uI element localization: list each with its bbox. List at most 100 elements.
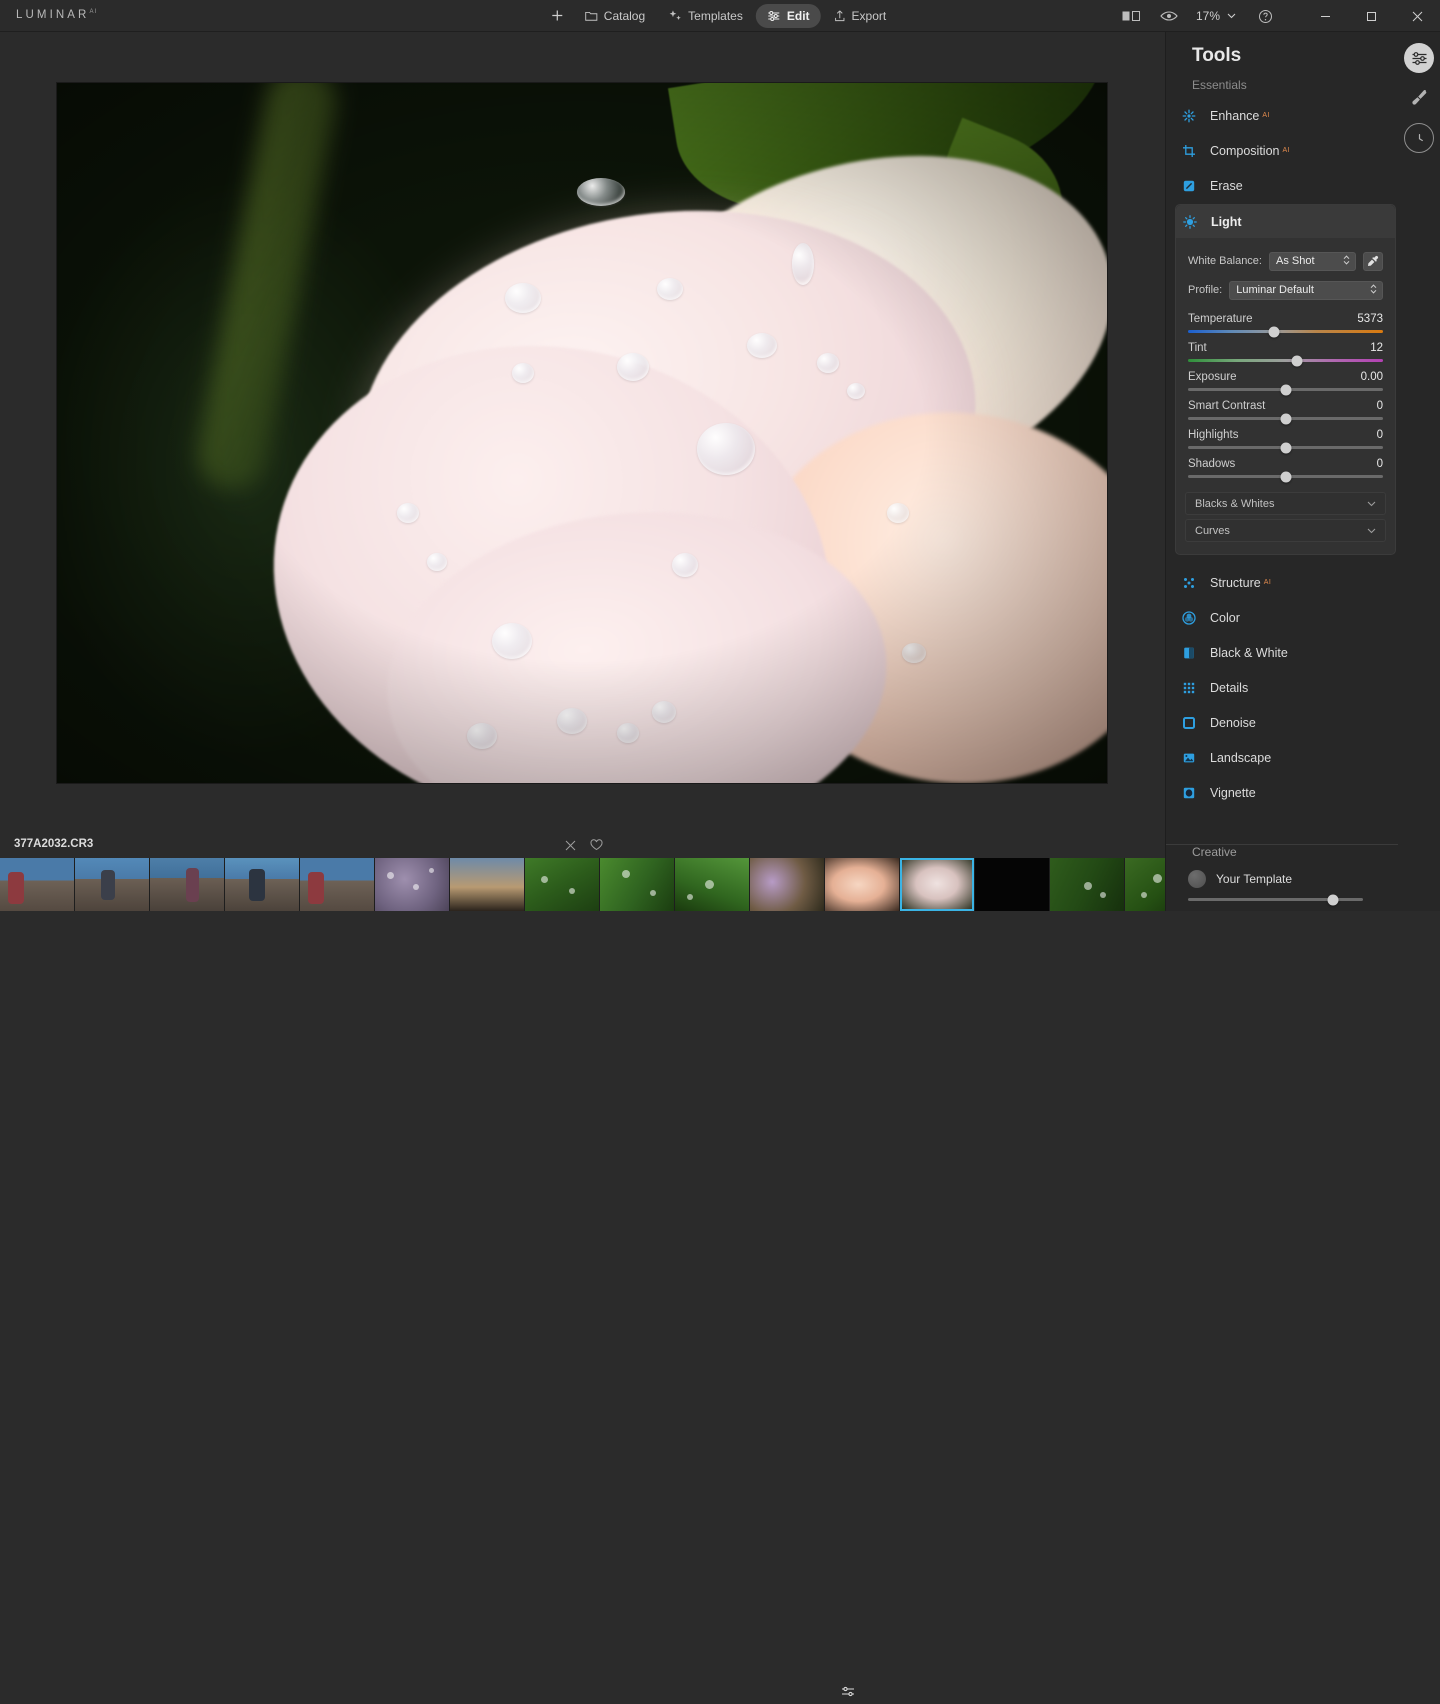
filmstrip-bar: 377A2032.CR3 <box>0 832 1165 858</box>
maximize-icon <box>1366 11 1376 21</box>
slider-smart-contrast-handle[interactable] <box>1280 413 1291 424</box>
favorite-button[interactable] <box>586 836 606 854</box>
help-button[interactable] <box>1246 0 1284 32</box>
window-minimize-button[interactable] <box>1302 0 1348 32</box>
tool-item-color[interactable]: Color <box>1166 600 1398 635</box>
tool-item-light[interactable]: Light <box>1176 205 1395 238</box>
page-title: Tools <box>1192 45 1242 66</box>
tool-item-black-white-label: Black & White <box>1210 645 1288 660</box>
tool-item-composition[interactable]: Composition AI <box>1166 133 1398 168</box>
slider-highlights: Highlights 0 <box>1188 429 1383 453</box>
window-maximize-button[interactable] <box>1348 0 1394 32</box>
slider-smart-contrast-label: Smart Contrast <box>1188 400 1266 412</box>
reject-button[interactable] <box>560 836 580 854</box>
profile-value: Luminar Default <box>1236 284 1314 296</box>
photo-preview[interactable] <box>57 83 1107 783</box>
slider-highlights-handle[interactable] <box>1280 442 1291 453</box>
slider-exposure-track[interactable] <box>1188 384 1383 395</box>
nav-catalog[interactable]: Catalog <box>574 4 656 28</box>
zoom-level-value: 17% <box>1195 9 1220 23</box>
nav-edit[interactable]: Edit <box>755 3 821 28</box>
brush-icon <box>1412 89 1427 105</box>
slider-exposure-handle[interactable] <box>1280 384 1291 395</box>
thumbnail-item[interactable] <box>450 858 524 911</box>
slider-temperature: Temperature 5373 <box>1188 313 1383 337</box>
tool-item-enhance[interactable]: Enhance AI <box>1166 98 1398 133</box>
section-label-creative: Creative <box>1166 844 1398 862</box>
tool-list-below: Structure AI Color Black & White Details… <box>1166 565 1398 810</box>
tool-item-denoise[interactable]: Denoise <box>1166 705 1398 740</box>
slider-exposure: Exposure 0.00 <box>1188 371 1383 395</box>
slider-shadows: Shadows 0 <box>1188 458 1383 482</box>
slider-tint-handle[interactable] <box>1291 355 1303 366</box>
editor-canvas[interactable] <box>0 32 1165 832</box>
compare-view-icon <box>1122 11 1140 21</box>
export-icon <box>834 10 845 22</box>
thumbnail-item-selected[interactable] <box>900 858 974 911</box>
thumbnail-item[interactable] <box>0 858 74 911</box>
tool-item-structure[interactable]: Structure AI <box>1166 565 1398 600</box>
thumbnail-item[interactable] <box>675 858 749 911</box>
thumbnail-item[interactable] <box>525 858 599 911</box>
grid-icon <box>1182 681 1196 695</box>
your-template-row[interactable]: Your Template <box>1188 870 1398 888</box>
rail-masking-brush-button[interactable] <box>1404 82 1434 112</box>
thumbnail-item[interactable] <box>225 858 299 911</box>
add-button[interactable] <box>543 4 572 27</box>
thumbnail-item[interactable] <box>600 858 674 911</box>
current-filename: 377A2032.CR3 <box>14 838 94 850</box>
nav-templates[interactable]: Templates <box>658 4 754 28</box>
white-balance-select[interactable]: As Shot <box>1268 251 1356 271</box>
tool-item-erase-label: Erase <box>1210 178 1243 193</box>
slider-temperature-track[interactable] <box>1188 326 1383 337</box>
tool-item-landscape[interactable]: Landscape <box>1166 740 1398 775</box>
rail-history-button[interactable] <box>1404 123 1434 153</box>
zoom-level-dropdown[interactable]: 17% <box>1188 0 1246 32</box>
thumbnail-item[interactable] <box>1050 858 1124 911</box>
tool-item-details[interactable]: Details <box>1166 670 1398 705</box>
slider-shadows-handle[interactable] <box>1280 471 1291 482</box>
enhance-ai-badge: AI <box>1262 112 1270 119</box>
preview-toggle-button[interactable] <box>1150 0 1188 32</box>
white-balance-eyedropper-button[interactable] <box>1363 251 1383 271</box>
heart-icon <box>589 839 603 851</box>
slider-smart-contrast-track[interactable] <box>1188 413 1383 424</box>
slider-highlights-track[interactable] <box>1188 442 1383 453</box>
composition-ai-badge: AI <box>1282 147 1291 154</box>
rail-edit-tools-button[interactable] <box>1404 43 1434 73</box>
app-logo: LUMINARAI <box>16 9 97 21</box>
clock-icon <box>1418 133 1423 141</box>
adjustments-icon <box>842 1686 854 1697</box>
template-amount-slider-handle[interactable] <box>1327 894 1339 905</box>
thumbnail-item[interactable] <box>975 858 1049 911</box>
thumbnail-item[interactable] <box>300 858 374 911</box>
window-close-button[interactable] <box>1394 0 1440 32</box>
tool-item-erase[interactable]: Erase <box>1166 168 1398 203</box>
tool-item-color-label: Color <box>1210 610 1240 625</box>
profile-select[interactable]: Luminar Default <box>1229 280 1383 300</box>
slider-tint-track[interactable] <box>1188 355 1383 366</box>
subsection-blacks-whites[interactable]: Blacks & Whites <box>1185 492 1386 515</box>
compare-view-button[interactable] <box>1112 0 1150 32</box>
nav-catalog-label: Catalog <box>603 8 646 23</box>
nav-export[interactable]: Export <box>823 4 898 28</box>
slider-highlights-label: Highlights <box>1188 429 1239 441</box>
minimize-icon <box>1320 15 1330 17</box>
thumbnail-item[interactable] <box>75 858 149 911</box>
crop-icon <box>1182 144 1196 158</box>
tool-item-vignette[interactable]: Vignette <box>1166 775 1398 810</box>
thumbnail-item[interactable] <box>375 858 449 911</box>
subsection-curves[interactable]: Curves <box>1185 519 1386 542</box>
template-amount-slider-track[interactable] <box>1188 894 1363 905</box>
main-nav: Catalog Templates Edit Export <box>543 0 897 32</box>
sparkle-icon <box>669 10 682 20</box>
thumbnail-item[interactable] <box>825 858 899 911</box>
thumbnail-item[interactable] <box>150 858 224 911</box>
tool-item-black-white[interactable]: Black & White <box>1166 635 1398 670</box>
slider-shadows-track[interactable] <box>1188 471 1383 482</box>
your-template-label: Your Template <box>1216 872 1293 886</box>
thumbnail-item[interactable] <box>750 858 824 911</box>
vignette-icon <box>1182 786 1196 800</box>
thumbnail-item[interactable] <box>1125 858 1165 911</box>
slider-temperature-handle[interactable] <box>1268 326 1280 337</box>
